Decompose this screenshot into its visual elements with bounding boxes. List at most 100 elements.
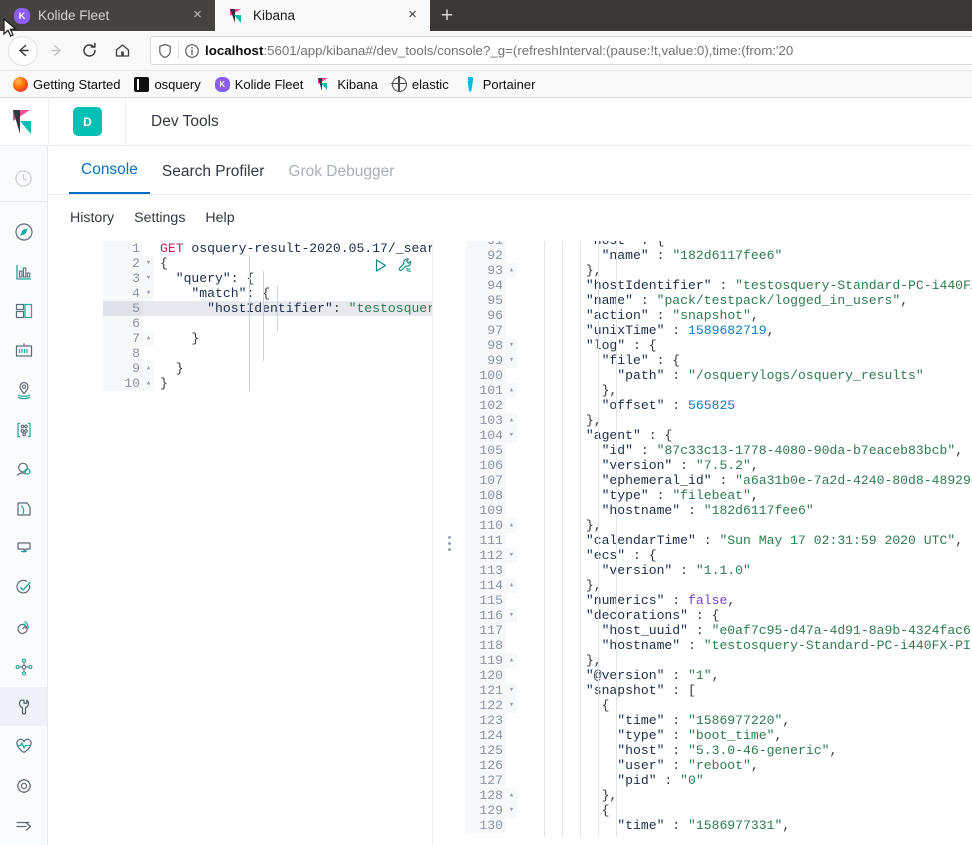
line-number: 95	[466, 293, 506, 308]
bookmark-kolide-fleet[interactable]: K Kolide Fleet	[210, 75, 309, 94]
compass-icon	[14, 223, 33, 241]
tab-grok-debugger[interactable]: Grok Debugger	[276, 163, 406, 194]
browser-tab-title: Kibana	[253, 8, 296, 23]
sidebar-item-siem[interactable]	[0, 608, 47, 648]
reload-button[interactable]	[74, 36, 104, 66]
console-panes: 1 GET osquery-result-2020.05.17/_search 2 ▾…	[48, 241, 972, 845]
console-menu: History Settings Help	[48, 195, 972, 241]
line-number: 105	[466, 443, 506, 458]
line-number: 9	[103, 361, 143, 376]
fold-toggle-icon[interactable]: ▾	[506, 698, 517, 713]
new-tab-button[interactable]: +	[430, 0, 464, 31]
close-icon[interactable]: ×	[189, 7, 206, 24]
code-text: }	[160, 361, 184, 376]
sidebar-item-management[interactable]	[0, 766, 47, 806]
fold-toggle-icon[interactable]: ▴	[506, 383, 517, 398]
kibana-logo-icon[interactable]	[0, 98, 49, 146]
close-icon[interactable]: ×	[404, 7, 421, 24]
sidebar-item-discover[interactable]	[0, 212, 47, 252]
fold-toggle-icon[interactable]: ▾	[506, 428, 517, 443]
fold-toggle-icon[interactable]: ▾	[506, 548, 517, 563]
browser-tab-kolide-fleet[interactable]: K Kolide Fleet ×	[0, 0, 215, 31]
sidebar-item-recently-viewed[interactable]	[0, 156, 47, 203]
sidebar-item-monitoring[interactable]	[0, 726, 47, 766]
play-icon[interactable]	[372, 257, 389, 274]
line-number: 112	[466, 548, 506, 563]
code-line: 93 ▴ },	[466, 263, 972, 278]
back-button[interactable]	[8, 35, 38, 66]
response-viewer[interactable]: 91 "host" : {92 "name" : "182d6117fee6"9…	[466, 241, 972, 845]
fold-toggle-icon[interactable]: ▴	[506, 653, 517, 668]
fold-toggle-icon[interactable]: ▴	[506, 518, 517, 533]
request-editor[interactable]: 1 GET osquery-result-2020.05.17/_search 2 ▾…	[103, 241, 433, 845]
fold-toggle-icon[interactable]: ▾	[506, 803, 517, 818]
bookmark-osquery[interactable]: osquery	[129, 75, 205, 94]
code-line: 121 ▾ "snapshot" : [	[466, 683, 972, 698]
siem-icon	[16, 620, 29, 634]
logs-icon	[16, 502, 31, 516]
bookmark-portainer[interactable]: Portainer	[458, 75, 541, 94]
pane-splitter[interactable]	[433, 241, 466, 845]
fold-toggle-icon[interactable]: ▾	[143, 271, 154, 286]
sidebar-item-graph[interactable]	[0, 647, 47, 687]
indent-guide	[616, 241, 617, 837]
menu-settings[interactable]: Settings	[134, 210, 185, 226]
sidebar-item-dashboard[interactable]	[0, 292, 47, 332]
fold-toggle-icon[interactable]: ▴	[506, 788, 517, 803]
request-code[interactable]: 1 GET osquery-result-2020.05.17/_search 2 ▾…	[103, 241, 432, 845]
sidebar-item-visualize[interactable]	[0, 252, 47, 292]
sidebar-item-apm[interactable]	[0, 529, 47, 569]
gear-icon	[15, 778, 32, 794]
fold-toggle-icon[interactable]: ▴	[143, 361, 154, 376]
sidebar-item-machine-learning[interactable]	[0, 410, 47, 450]
menu-help[interactable]: Help	[205, 210, 234, 226]
sidebar-item-logs[interactable]	[0, 489, 47, 529]
fold-toggle-icon[interactable]: ▾	[506, 353, 517, 368]
fold-toggle-icon[interactable]: ▴	[506, 263, 517, 278]
line-number: 111	[466, 533, 506, 548]
line-number: 4	[103, 286, 143, 301]
line-number: 92	[466, 248, 506, 263]
home-button[interactable]	[107, 36, 137, 66]
bookmark-getting-started[interactable]: Getting Started	[8, 75, 125, 94]
fold-toggle-icon[interactable]: ▴	[143, 376, 154, 391]
code-line: 10 ▴}	[103, 376, 432, 391]
bookmark-elastic[interactable]: elastic	[387, 75, 454, 94]
fold-toggle-icon[interactable]: ▾	[506, 338, 517, 353]
tab-search-profiler[interactable]: Search Profiler	[150, 163, 277, 194]
url-text: localhost:5601/app/kibana#/dev_tools/con…	[205, 43, 793, 58]
sidebar-item-uptime[interactable]	[0, 568, 47, 608]
browser-tab-kibana[interactable]: Kibana ×	[215, 0, 430, 31]
line-number: 114	[466, 578, 506, 593]
address-bar[interactable]: localhost:5601/app/kibana#/dev_tools/con…	[150, 36, 972, 65]
code-text: "path" : "/osquerylogs/osquery_results"	[523, 368, 924, 383]
drag-handle-icon[interactable]	[448, 535, 451, 551]
code-line: 5 "hostIdentifier": "testosquery"	[103, 301, 432, 316]
fold-toggle-icon[interactable]: ▾	[506, 608, 517, 623]
fold-toggle-icon[interactable]: ▴	[143, 331, 154, 346]
sidebar-item-maps[interactable]	[0, 371, 47, 411]
fold-toggle-icon[interactable]: ▴	[506, 578, 517, 593]
code-text: "ephemeral_id" : "a6a31b0e-7a2d-4240-80d…	[523, 473, 972, 488]
menu-history[interactable]: History	[70, 210, 114, 226]
info-icon[interactable]	[184, 43, 200, 59]
line-number: 3	[103, 271, 143, 286]
bookmark-kibana[interactable]: Kibana	[312, 75, 382, 94]
code-line: 127 "pid" : "0"	[466, 773, 972, 788]
code-text: "snapshot" : [	[523, 683, 696, 698]
sidebar-collapse-button[interactable]	[0, 805, 47, 845]
sidebar-item-infrastructure[interactable]	[0, 450, 47, 490]
code-text: GET osquery-result-2020.05.17/_search	[160, 241, 433, 256]
sidebar-item-canvas[interactable]	[0, 331, 47, 371]
code-line: 4 ▾ "match": {	[103, 286, 432, 301]
fold-toggle-icon[interactable]: ▾	[143, 256, 154, 271]
code-line: 116 ▾ "decorations" : {	[466, 608, 972, 623]
wrench-icon[interactable]	[397, 257, 414, 274]
code-line: 123 "time" : "1586977220",	[466, 713, 972, 728]
fold-toggle-icon[interactable]: ▴	[506, 413, 517, 428]
fold-toggle-icon[interactable]: ▾	[506, 683, 517, 698]
fold-toggle-icon[interactable]: ▾	[143, 286, 154, 301]
line-number: 103	[466, 413, 506, 428]
tab-console[interactable]: Console	[69, 161, 150, 194]
sidebar-item-dev-tools[interactable]	[0, 686, 47, 727]
